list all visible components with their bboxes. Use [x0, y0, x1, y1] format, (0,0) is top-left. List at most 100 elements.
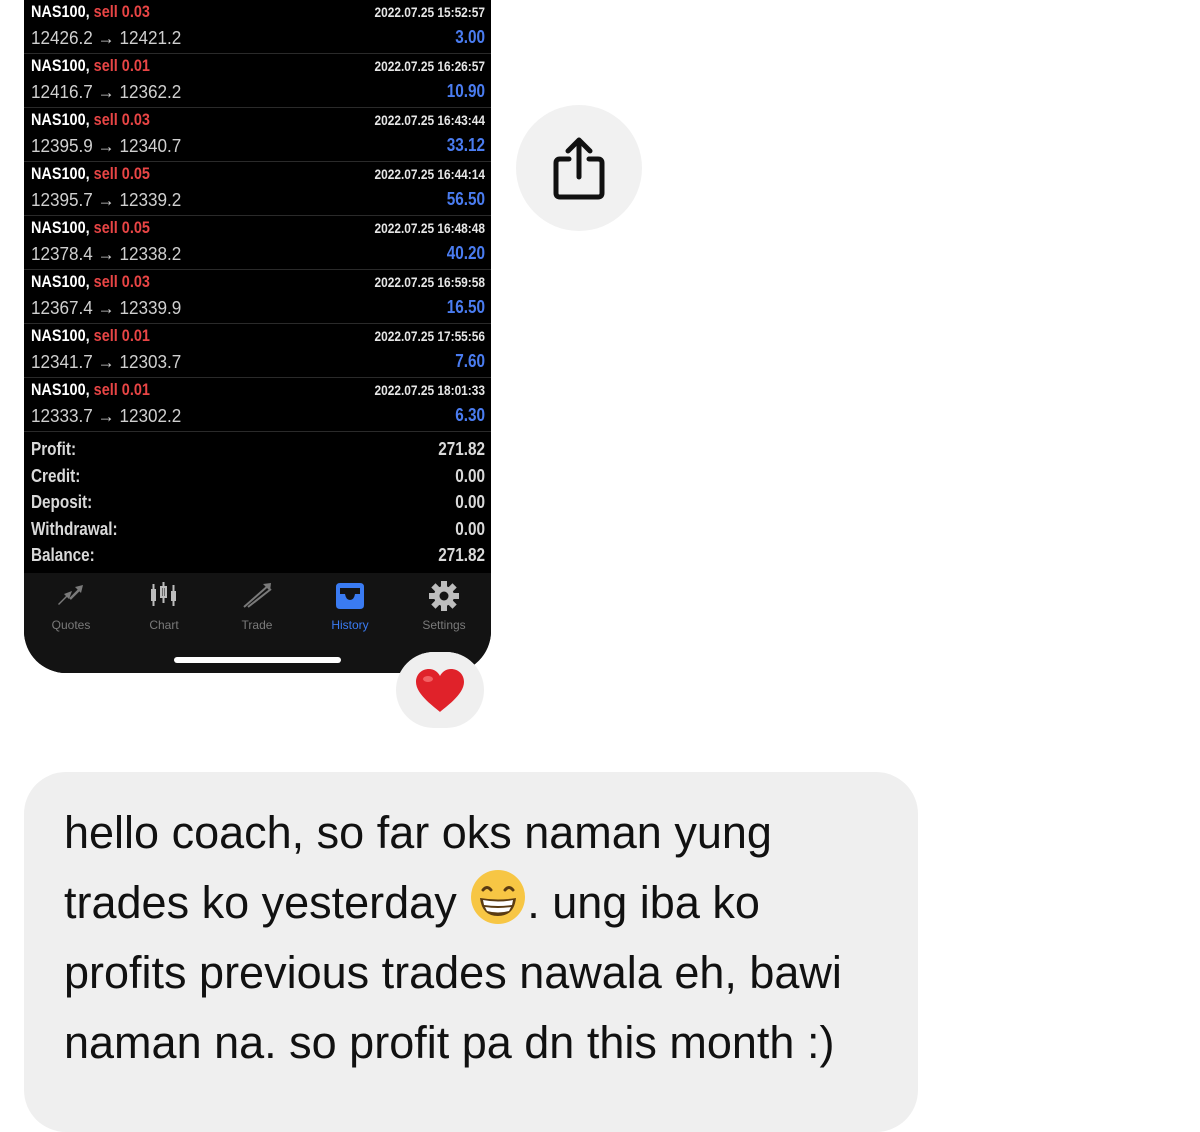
summary-row-deposit: Deposit: 0.00: [24, 489, 491, 516]
tab-label: Settings: [422, 618, 466, 632]
chart-icon: [151, 582, 176, 606]
tab-trade[interactable]: Trade: [217, 579, 297, 632]
trade-history-screenshot: NAS100, sell 0.03 2022.07.25 15:52:57 12…: [24, 0, 491, 673]
trade-volume: 0.03: [121, 2, 150, 21]
trade-side: sell: [93, 326, 118, 345]
tab-label: Chart: [149, 618, 179, 632]
trade-symbol: NAS100,: [31, 326, 90, 345]
trade-close-price: 12362.2: [119, 82, 182, 102]
price-arrow: →: [97, 190, 115, 210]
trade-profit: 56.50: [446, 189, 485, 209]
summary-value: 0.00: [455, 518, 485, 539]
trade-volume: 0.01: [121, 380, 150, 399]
summary-value: 271.82: [438, 545, 485, 565]
share-icon: [553, 137, 605, 200]
summary-label: Profit:: [31, 439, 77, 459]
trade-row[interactable]: NAS100, sell 0.01 2022.07.25 16:26:57 12…: [24, 54, 491, 108]
price-arrow: →: [97, 136, 115, 156]
trade-close-price: 12340.7: [119, 136, 182, 156]
trade-open-price: 12395.9: [31, 136, 93, 156]
trade-open-price: 12426.2: [31, 28, 93, 48]
trade-time: 2022.07.25 16:44:14: [374, 166, 486, 182]
trade-symbol: NAS100,: [31, 2, 90, 21]
trade-symbol: NAS100,: [31, 218, 90, 237]
trade-open-price: 12367.4: [31, 298, 93, 318]
summary-label: Deposit:: [31, 492, 93, 512]
trade-row[interactable]: NAS100, sell 0.01 2022.07.25 18:01:33 12…: [24, 378, 491, 432]
trade-open-price: 12395.7: [31, 190, 93, 210]
tab-settings[interactable]: Settings: [404, 579, 484, 632]
trade-close-price: 12339.2: [119, 190, 182, 210]
trade-symbol: NAS100,: [31, 380, 90, 399]
trade-side: sell: [93, 272, 118, 291]
trade-time: 2022.07.25 17:55:56: [374, 328, 486, 344]
trade-profit: 6.30: [455, 405, 485, 425]
trade-row[interactable]: NAS100, sell 0.05 2022.07.25 16:48:48 12…: [24, 216, 491, 270]
trade-volume: 0.05: [121, 164, 150, 183]
tab-label: Quotes: [51, 618, 91, 632]
trade-open-price: 12378.4: [31, 244, 93, 264]
tab-quotes[interactable]: Quotes: [31, 579, 111, 632]
summary-label: Credit:: [31, 465, 81, 486]
trade-symbol: NAS100,: [31, 272, 90, 291]
trade-time: 2022.07.25 16:59:58: [374, 274, 486, 290]
trade-time: 2022.07.25 16:43:44: [374, 112, 486, 128]
price-arrow: →: [97, 82, 115, 102]
trade-close-price: 12302.2: [119, 406, 182, 426]
trade-open-price: 12416.7: [31, 82, 93, 102]
price-arrow: →: [97, 406, 115, 426]
trade-side: sell: [93, 56, 118, 75]
trade-profit: 16.50: [446, 297, 485, 317]
tab-label: History: [331, 618, 369, 632]
history-icon: [336, 583, 364, 609]
summary-value: 271.82: [438, 439, 485, 459]
summary-value: 0.00: [455, 492, 485, 512]
account-summary: Profit: 271.82 Credit: 0.00 Deposit: 0.0…: [24, 436, 491, 569]
trade-volume: 0.05: [121, 218, 150, 237]
summary-row-balance: Balance: 271.82: [24, 542, 491, 569]
trade-profit: 7.60: [455, 351, 485, 371]
trade-side: sell: [93, 380, 118, 399]
trade-time: 2022.07.25 18:01:33: [374, 382, 486, 398]
trade-profit: 3.00: [455, 27, 485, 47]
trade-volume: 0.03: [121, 110, 150, 129]
trade-close-price: 12421.2: [119, 28, 182, 48]
trade-volume: 0.01: [121, 326, 150, 345]
message-text: hello coach, so far oks naman yung trade…: [64, 798, 894, 1078]
trade-profit: 40.20: [446, 243, 485, 263]
trade-row[interactable]: NAS100, sell 0.03 2022.07.25 16:59:58 12…: [24, 270, 491, 324]
trade-side: sell: [93, 218, 118, 237]
tab-chart[interactable]: Chart: [124, 579, 204, 632]
trade-profit: 10.90: [446, 81, 485, 101]
price-arrow: →: [97, 28, 115, 48]
trade-close-price: 12339.9: [119, 298, 182, 318]
heart-icon: [416, 669, 464, 712]
trade-symbol: NAS100,: [31, 56, 90, 75]
price-arrow: →: [97, 244, 115, 264]
settings-icon: [429, 581, 459, 611]
summary-label: Withdrawal:: [31, 518, 118, 539]
trade-row[interactable]: NAS100, sell 0.01 2022.07.25 17:55:56 12…: [24, 324, 491, 378]
trade-open-price: 12333.7: [31, 406, 93, 426]
trade-list: NAS100, sell 0.03 2022.07.25 15:52:57 12…: [24, 0, 491, 432]
message-bubble[interactable]: hello coach, so far oks naman yung trade…: [24, 772, 918, 1132]
tab-label: Trade: [241, 618, 273, 632]
trade-close-price: 12303.7: [119, 352, 182, 372]
trade-volume: 0.03: [121, 272, 150, 291]
trade-close-price: 12338.2: [119, 244, 182, 264]
trade-time: 2022.07.25 15:52:57: [374, 4, 486, 20]
trade-open-price: 12341.7: [31, 352, 93, 372]
share-button[interactable]: [516, 105, 642, 231]
trade-time: 2022.07.25 16:48:48: [374, 220, 486, 236]
trade-row[interactable]: NAS100, sell 0.03 2022.07.25 16:43:44 12…: [24, 108, 491, 162]
trade-row[interactable]: NAS100, sell 0.05 2022.07.25 16:44:14 12…: [24, 162, 491, 216]
summary-row-profit: Profit: 271.82: [24, 436, 491, 463]
quotes-icon: [58, 585, 83, 605]
tab-history[interactable]: History: [310, 579, 390, 632]
heart-reaction[interactable]: [396, 652, 484, 728]
trade-symbol: NAS100,: [31, 164, 90, 183]
trade-profit: 33.12: [446, 135, 485, 155]
summary-value: 0.00: [455, 465, 485, 486]
trade-time: 2022.07.25 16:26:57: [374, 58, 486, 74]
trade-row[interactable]: NAS100, sell 0.03 2022.07.25 15:52:57 12…: [24, 0, 491, 54]
